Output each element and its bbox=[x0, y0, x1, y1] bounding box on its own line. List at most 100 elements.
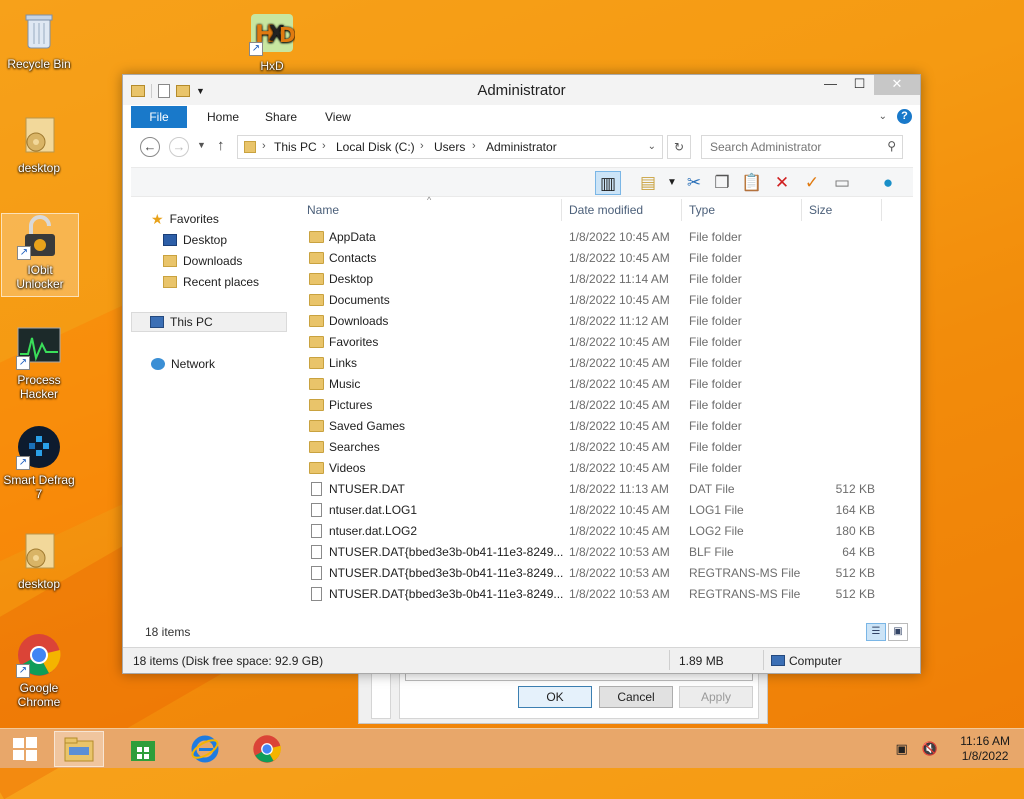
large-icons-view-icon[interactable]: ▣ bbox=[888, 623, 908, 641]
file-name: Saved Games bbox=[329, 419, 406, 433]
nav-downloads[interactable]: Downloads bbox=[163, 251, 242, 271]
nav-this-pc[interactable]: This PC bbox=[131, 312, 287, 332]
table-row[interactable]: NTUSER.DAT{bbed3e3b-0b41-11e3-8249... 1/8… bbox=[303, 542, 907, 563]
table-row[interactable]: Documents 1/8/2022 10:45 AM File folder bbox=[303, 290, 907, 311]
table-row[interactable]: Links 1/8/2022 10:45 AM File folder bbox=[303, 353, 907, 374]
delete-icon[interactable]: ✕ bbox=[769, 171, 795, 195]
network-tray-icon[interactable]: ▣ bbox=[896, 741, 908, 757]
desktop-icon-recycle-bin[interactable]: Recycle Bin bbox=[0, 8, 78, 71]
search-input[interactable] bbox=[708, 137, 878, 157]
breadcrumb-administrator[interactable]: Administrator bbox=[486, 140, 557, 154]
title-bar[interactable]: ▼ Administrator — ☐ ✕ bbox=[123, 75, 920, 105]
clock[interactable]: 11:16 AM 1/8/2022 bbox=[960, 734, 1010, 764]
address-bar[interactable]: › This PC › Local Disk (C:) › Users › Ad… bbox=[237, 135, 663, 159]
column-date-modified[interactable]: Date modified bbox=[569, 203, 643, 217]
nav-desktop[interactable]: Desktop bbox=[163, 230, 227, 250]
column-name[interactable]: Name bbox=[307, 203, 339, 217]
table-row[interactable]: Searches 1/8/2022 10:45 AM File folder bbox=[303, 437, 907, 458]
details-view-icon[interactable]: ☰ bbox=[866, 623, 886, 641]
tab-view[interactable]: View bbox=[311, 106, 365, 128]
start-button[interactable] bbox=[0, 731, 50, 767]
refresh-button[interactable]: ↻ bbox=[667, 135, 691, 159]
column-divider[interactable] bbox=[561, 199, 562, 221]
table-row[interactable]: Music 1/8/2022 10:45 AM File folder bbox=[303, 374, 907, 395]
chevron-down-icon[interactable]: ⌄ bbox=[648, 141, 656, 152]
table-row[interactable]: Favorites 1/8/2022 10:45 AM File folder bbox=[303, 332, 907, 353]
table-row[interactable]: AppData 1/8/2022 10:45 AM File folder bbox=[303, 227, 907, 248]
properties-check-icon[interactable]: ✓ bbox=[799, 171, 825, 195]
column-type[interactable]: Type bbox=[689, 203, 715, 217]
cancel-button[interactable]: Cancel bbox=[599, 686, 673, 708]
table-row[interactable]: Saved Games 1/8/2022 10:45 AM File folder bbox=[303, 416, 907, 437]
folder-icon bbox=[309, 420, 324, 432]
paste-icon[interactable]: 📋 bbox=[739, 171, 765, 195]
tab-home[interactable]: Home bbox=[193, 106, 253, 128]
desktop-icon-hxd[interactable]: HXD ↗ HxD bbox=[233, 10, 311, 73]
maximize-button[interactable]: ☐ bbox=[845, 75, 874, 95]
chevron-right-icon[interactable]: › bbox=[420, 140, 424, 152]
table-row[interactable]: ntuser.dat.LOG1 1/8/2022 10:45 AM LOG1 Fil… bbox=[303, 500, 907, 521]
column-size[interactable]: Size bbox=[809, 203, 832, 217]
desktop-icon-smart-defrag[interactable]: ↗ Smart Defrag 7 bbox=[0, 424, 78, 501]
breadcrumb-local-disk[interactable]: Local Disk (C:) bbox=[336, 140, 415, 154]
folder-options-icon[interactable]: ▤ bbox=[635, 171, 661, 195]
breadcrumb-users[interactable]: Users bbox=[434, 140, 465, 154]
table-row[interactable]: ntuser.dat.LOG2 1/8/2022 10:45 AM LOG2 Fil… bbox=[303, 521, 907, 542]
copy-icon[interactable]: ❐ bbox=[709, 171, 735, 195]
recent-locations-icon[interactable]: ▼ bbox=[197, 140, 206, 150]
table-row[interactable]: Downloads 1/8/2022 11:12 AM File folder bbox=[303, 311, 907, 332]
nav-favorites[interactable]: ★ Favorites bbox=[151, 209, 219, 229]
tab-file[interactable]: File bbox=[131, 106, 187, 128]
file-date-modified: 1/8/2022 10:45 AM bbox=[569, 503, 670, 517]
table-row[interactable]: Contacts 1/8/2022 10:45 AM File folder bbox=[303, 248, 907, 269]
cut-icon[interactable]: ✂ bbox=[681, 171, 707, 195]
file-date-modified: 1/8/2022 10:45 AM bbox=[569, 524, 670, 538]
desktop-icon-label: Smart Defrag 7 bbox=[3, 473, 75, 501]
table-row[interactable]: Desktop 1/8/2022 11:14 AM File folder bbox=[303, 269, 907, 290]
taskbar-store[interactable] bbox=[118, 731, 168, 767]
file-date-modified: 1/8/2022 10:53 AM bbox=[569, 566, 670, 580]
nav-label: Desktop bbox=[183, 233, 228, 247]
table-row[interactable]: NTUSER.DAT 1/8/2022 11:13 AM DAT File 512 K… bbox=[303, 479, 907, 500]
chevron-right-icon[interactable]: › bbox=[322, 140, 326, 152]
shell-icon[interactable]: ● bbox=[875, 171, 901, 195]
dialog-field bbox=[405, 673, 753, 681]
desktop-icon-google-chrome[interactable]: ↗ Google Chrome bbox=[0, 632, 78, 709]
up-button[interactable]: ↑ bbox=[217, 137, 225, 154]
status-location: Computer bbox=[789, 654, 842, 668]
desktop-icon-iobit-unlocker[interactable]: ↗ IObit Unlocker bbox=[1, 213, 79, 297]
table-row[interactable]: Videos 1/8/2022 10:45 AM File folder bbox=[303, 458, 907, 479]
close-button[interactable]: ✕ bbox=[874, 75, 920, 95]
preview-pane-icon[interactable]: ▥ bbox=[595, 171, 621, 195]
desktop-icon-label: IObit Unlocker bbox=[16, 263, 64, 291]
ok-button[interactable]: OK bbox=[518, 686, 592, 708]
table-row[interactable]: NTUSER.DAT{bbed3e3b-0b41-11e3-8249... 1/8… bbox=[303, 563, 907, 584]
taskbar-internet-explorer[interactable] bbox=[180, 731, 230, 767]
column-divider[interactable] bbox=[681, 199, 682, 221]
back-button[interactable]: ← bbox=[140, 137, 160, 157]
computer-icon bbox=[771, 655, 785, 666]
table-row[interactable]: Pictures 1/8/2022 10:45 AM File folder bbox=[303, 395, 907, 416]
expand-ribbon-icon[interactable]: ⌄ bbox=[879, 111, 887, 122]
column-divider[interactable] bbox=[801, 199, 802, 221]
column-divider[interactable] bbox=[881, 199, 882, 221]
taskbar-chrome[interactable] bbox=[242, 731, 292, 767]
desktop-icon-process-hacker[interactable]: ↗ Process Hacker bbox=[0, 324, 78, 401]
help-icon[interactable]: ? bbox=[897, 109, 912, 124]
breadcrumb-this-pc[interactable]: This PC bbox=[274, 140, 317, 154]
chevron-right-icon[interactable]: › bbox=[472, 140, 476, 152]
file-date-modified: 1/8/2022 10:45 AM bbox=[569, 440, 670, 454]
tab-share[interactable]: Share bbox=[251, 106, 311, 128]
taskbar-file-explorer[interactable] bbox=[54, 731, 104, 767]
volume-muted-icon[interactable]: 🔇 bbox=[922, 741, 938, 757]
chevron-right-icon[interactable]: › bbox=[262, 140, 266, 152]
rename-icon[interactable]: ▭ bbox=[829, 171, 855, 195]
nav-recent-places[interactable]: Recent places bbox=[163, 272, 259, 292]
table-row[interactable]: NTUSER.DAT{bbed3e3b-0b41-11e3-8249... 1/8… bbox=[303, 584, 907, 605]
nav-network[interactable]: Network bbox=[151, 354, 215, 374]
settings-file-icon bbox=[16, 528, 62, 574]
desktop-icon-desktop[interactable]: desktop bbox=[0, 112, 78, 175]
desktop-icon-desktop-2[interactable]: desktop bbox=[0, 528, 78, 591]
search-box[interactable]: ⚲ bbox=[701, 135, 903, 159]
minimize-button[interactable]: — bbox=[816, 75, 845, 95]
